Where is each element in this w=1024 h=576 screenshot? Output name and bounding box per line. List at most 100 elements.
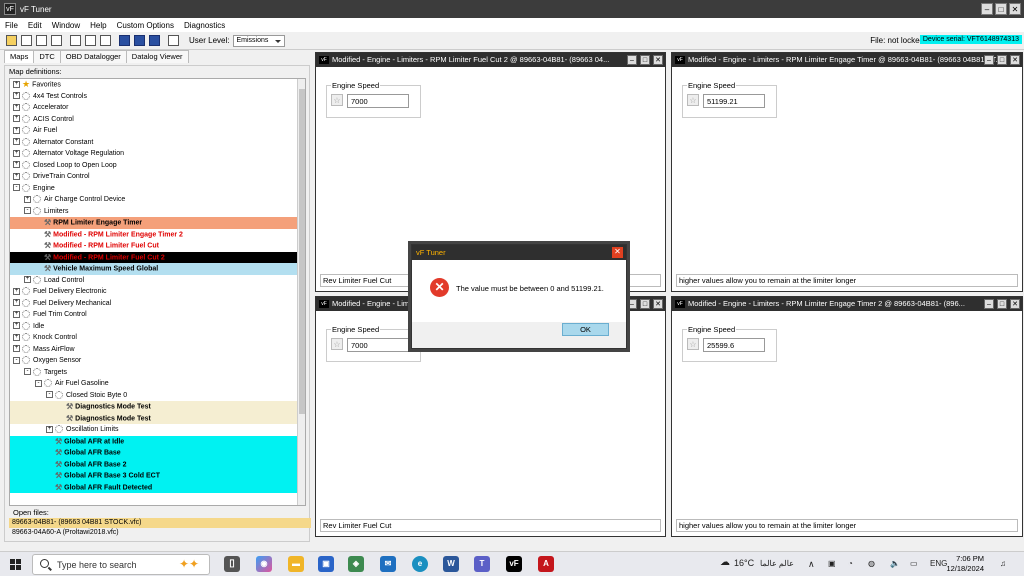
collapse-icon[interactable]: - [46, 391, 53, 399]
minimize-button[interactable]: – [627, 55, 637, 65]
windows-start-icon[interactable] [10, 559, 21, 570]
menu-custom-options[interactable]: Custom Options [112, 21, 179, 30]
menu-edit[interactable]: Edit [23, 21, 47, 30]
tree-item[interactable]: + DriveTrain Control [10, 171, 305, 183]
tile-vertical-icon[interactable] [149, 35, 160, 46]
tree-item[interactable]: + Alternator Constant [10, 137, 305, 149]
user-level-select[interactable]: Emissions [233, 34, 286, 47]
expand-icon[interactable]: + [13, 310, 20, 318]
photos-icon[interactable]: ◈ [348, 556, 364, 572]
fit-screen-icon[interactable] [168, 35, 179, 46]
maximize-button[interactable]: □ [640, 55, 650, 65]
scroll-thumb[interactable] [299, 89, 305, 414]
expand-icon[interactable]: + [24, 195, 31, 203]
maximize-button[interactable]: □ [997, 299, 1007, 309]
ok-button[interactable]: OK [562, 323, 609, 336]
tree-item[interactable]: ⚒ Vehicle Maximum Speed Global [10, 263, 305, 275]
minimize-button[interactable]: – [984, 55, 994, 65]
expand-icon[interactable]: + [13, 333, 20, 341]
tree-item[interactable]: - Closed Stoic Byte 0 [10, 390, 305, 402]
tree-item[interactable]: - Limiters [10, 206, 305, 218]
menu-window[interactable]: Window [47, 21, 85, 30]
value-field[interactable]: 7000 [347, 94, 409, 108]
paste-icon[interactable] [100, 35, 111, 46]
tree-item[interactable]: + Closed Loop to Open Loop [10, 160, 305, 172]
dialog-title-bar[interactable]: vF Tuner ✕ [412, 245, 626, 260]
star-icon[interactable]: ☆ [687, 338, 699, 350]
save-as-icon[interactable] [36, 35, 47, 46]
tree-item[interactable]: ⚒ Global AFR Base 3 Cold ECT [10, 470, 305, 482]
language-indicator[interactable]: ENG [930, 559, 947, 568]
tree-item[interactable]: + Fuel Delivery Electronic [10, 286, 305, 298]
tree-item[interactable]: - Targets [10, 367, 305, 379]
tree-item[interactable]: + Load Control [10, 275, 305, 287]
taskbar-search[interactable]: Type here to search ✦✦ [32, 554, 210, 575]
cut-icon[interactable] [70, 35, 81, 46]
tree-item[interactable]: + Air Fuel [10, 125, 305, 137]
tree-item[interactable]: + Accelerator [10, 102, 305, 114]
cascade-windows-icon[interactable] [119, 35, 130, 46]
maximize-button[interactable]: □ [997, 55, 1007, 65]
copy-icon[interactable] [85, 35, 96, 46]
tree-item[interactable]: + ACIS Control [10, 114, 305, 126]
expand-icon[interactable]: + [13, 81, 20, 89]
tree-item[interactable]: + Knock Control [10, 332, 305, 344]
battery-icon[interactable]: ▭ [910, 559, 918, 568]
tree-item[interactable]: ⚒ Global AFR Base [10, 447, 305, 459]
tree-item[interactable]: + Air Charge Control Device [10, 194, 305, 206]
star-icon[interactable]: ☆ [687, 94, 699, 106]
open-folder-icon[interactable] [6, 35, 17, 46]
tree-item[interactable]: + Idle [10, 321, 305, 333]
tree-item[interactable]: - Engine [10, 183, 305, 195]
volume-icon[interactable]: 🔈 [890, 559, 900, 568]
collapse-icon[interactable]: - [24, 368, 31, 376]
acrobat-icon[interactable]: A [538, 556, 554, 572]
tray-chevron-up-icon[interactable]: ∧ [808, 559, 815, 570]
save-icon[interactable] [21, 35, 32, 46]
network-tray-icon[interactable]: ◔ [848, 559, 853, 568]
tree-item[interactable]: ⚒ Diagnostics Mode Test [10, 412, 305, 424]
compare-icon[interactable] [51, 35, 62, 46]
tree-item[interactable]: ⚒ Diagnostics Mode Test [10, 401, 305, 413]
close-button[interactable]: ✕ [1009, 3, 1021, 15]
close-button[interactable]: ✕ [653, 299, 663, 309]
clock[interactable]: 7:06 PM 12/18/2024 [946, 554, 984, 574]
window-title-bar[interactable]: vF Modified - Engine - Limiters - RPM Li… [672, 53, 1022, 67]
mail-icon[interactable]: ✉ [380, 556, 396, 572]
vf-tuner-taskbar-icon[interactable]: vF [506, 556, 522, 572]
tree-item[interactable]: + Oscillation Limits [10, 424, 305, 436]
map-window-engage-timer[interactable]: vF Modified - Engine - Limiters - RPM Li… [671, 52, 1023, 292]
maximize-button[interactable]: □ [640, 299, 650, 309]
expand-icon[interactable]: + [13, 345, 20, 353]
edge-icon[interactable]: e [412, 556, 428, 572]
map-window-engage-timer-2[interactable]: vF Modified - Engine - Limiters - RPM Li… [671, 296, 1023, 537]
tree-item[interactable]: ⚒ Modified - RPM Limiter Fuel Cut [10, 240, 305, 252]
collapse-icon[interactable]: - [24, 207, 31, 215]
tab-datalog-viewer[interactable]: Datalog Viewer [125, 50, 189, 63]
close-button[interactable]: ✕ [653, 55, 663, 65]
tree-item[interactable]: ⚒ RPM Limiter Engage Timer [10, 217, 305, 229]
tree-item[interactable]: ⚒ Global AFR Fault Detected [10, 481, 305, 493]
expand-icon[interactable]: + [46, 425, 53, 433]
expand-icon[interactable]: + [24, 276, 31, 284]
tree-scrollbar[interactable] [297, 79, 305, 505]
window-title-bar[interactable]: vF Modified - Engine - Limiters - RPM Li… [316, 53, 665, 67]
minimize-button[interactable]: – [981, 3, 993, 15]
expand-icon[interactable]: + [13, 138, 20, 146]
open-file-item[interactable]: 89663-04B81- (89663 04B81 STOCK.vfc) [9, 518, 311, 528]
menu-help[interactable]: Help [85, 21, 111, 30]
file-explorer-icon[interactable]: ▬ [288, 556, 304, 572]
tab-maps[interactable]: Maps [4, 50, 35, 63]
map-tree[interactable]: + ★ Favorites +4x4 Test Controls + Accelerato… [9, 78, 306, 506]
expand-icon[interactable]: + [13, 322, 20, 330]
menu-file[interactable]: File [0, 21, 23, 30]
tree-item[interactable]: ⚒ Modified - RPM Limiter Engage Timer 2 [10, 229, 305, 241]
tree-item[interactable]: + Fuel Trim Control [10, 309, 305, 321]
collapse-icon[interactable]: - [13, 184, 20, 192]
open-file-item[interactable]: 89663-04A60-A (Proltawi2018.vfc) [9, 528, 311, 538]
star-icon[interactable]: ☆ [331, 94, 343, 106]
word-icon[interactable]: W [443, 556, 459, 572]
tree-item[interactable]: + ★ Favorites [10, 79, 305, 91]
minimize-button[interactable]: – [627, 299, 637, 309]
menu-diagnostics[interactable]: Diagnostics [179, 21, 230, 30]
